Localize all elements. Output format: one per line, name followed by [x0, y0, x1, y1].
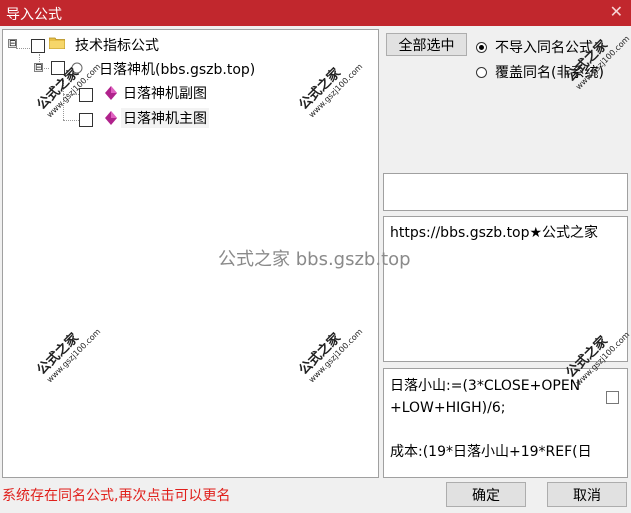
tree-connector — [63, 80, 64, 120]
formula-tree[interactable]: ⊟ 技术指标公式 ⊟ 日落神机(bbs.gszb.top) 日落神机副图 日落神… — [2, 29, 379, 478]
tree-label-group[interactable]: 日落神机(bbs.gszb.top) — [99, 59, 255, 79]
watermark: 公式之家 www.gszj100.com — [34, 327, 103, 385]
window-title: 导入公式 — [6, 7, 62, 23]
status-message: 系统存在同名公式,再次点击可以更名 — [2, 488, 231, 504]
expander-group-icon[interactable]: ⊟ — [34, 63, 43, 73]
title-bar: 导入公式 ✕ — [0, 0, 631, 26]
watermark: 公式之家 www.gszj100.com — [296, 327, 365, 385]
tree-label-item-2[interactable]: 日落神机主图 — [121, 108, 209, 128]
close-icon[interactable]: ✕ — [610, 2, 623, 21]
tree-connector — [63, 94, 79, 95]
formula-text: 日落小山:=(3*CLOSE+OPEN +LOW+HIGH)/6; 成本:(19… — [390, 378, 592, 460]
radio-skip-same-name[interactable]: 不导入同名公式 — [476, 37, 593, 57]
formula-checkbox[interactable] — [606, 391, 619, 404]
tree-connector — [16, 48, 30, 49]
expander-root-icon[interactable]: ⊟ — [8, 39, 17, 49]
folder-icon — [71, 62, 83, 74]
radio-overwrite-indicator[interactable] — [476, 66, 487, 78]
cancel-button[interactable]: 取消 — [547, 482, 627, 507]
tree-connector — [63, 120, 79, 121]
folder-icon — [49, 37, 65, 49]
formula-box[interactable]: 日落小山:=(3*CLOSE+OPEN +LOW+HIGH)/6; 成本:(19… — [383, 368, 628, 478]
description-box[interactable]: https://bbs.gszb.top★公式之家 — [383, 216, 628, 362]
gem-icon — [105, 86, 117, 100]
description-text: https://bbs.gszb.top★公式之家 — [390, 225, 599, 241]
checkbox-root[interactable] — [31, 39, 45, 53]
radio-skip-indicator[interactable] — [476, 41, 487, 53]
radio-skip-label: 不导入同名公式 — [495, 40, 593, 56]
checkbox-item-2[interactable] — [79, 113, 93, 127]
watermark: 公式之家 www.gszj100.com — [296, 62, 365, 120]
radio-overwrite-label: 覆盖同名(非系统) — [495, 65, 604, 81]
checkbox-group[interactable] — [51, 61, 65, 75]
tree-label-root[interactable]: 技术指标公式 — [75, 35, 159, 55]
gem-icon — [105, 111, 117, 125]
radio-overwrite-same-name[interactable]: 覆盖同名(非系统) — [476, 62, 604, 82]
checkbox-item-1[interactable] — [79, 88, 93, 102]
watermark: 公式之家 www.gszj100.com — [34, 62, 103, 120]
select-all-button[interactable]: 全部选中 — [386, 33, 467, 56]
ok-button[interactable]: 确定 — [446, 482, 526, 507]
name-field[interactable] — [383, 173, 628, 211]
tree-label-item-1[interactable]: 日落神机副图 — [123, 83, 207, 103]
